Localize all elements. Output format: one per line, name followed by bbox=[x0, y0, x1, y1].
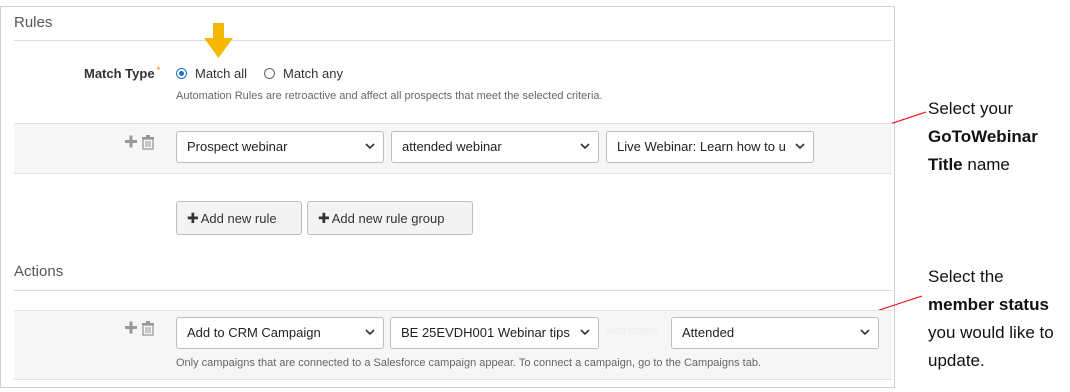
plus-icon: ✚ bbox=[318, 210, 330, 226]
add-new-rule-group-button[interactable]: ✚ Add new rule group bbox=[307, 201, 473, 235]
note-line: name bbox=[962, 155, 1010, 174]
chevron-down-icon bbox=[365, 143, 375, 150]
chevron-down-icon bbox=[365, 329, 375, 336]
plus-icon bbox=[125, 135, 137, 148]
down-arrow-icon bbox=[204, 23, 233, 58]
chevron-down-icon bbox=[580, 143, 590, 150]
action-type-value: Add to CRM Campaign bbox=[187, 325, 321, 340]
member-status-value: Attended bbox=[682, 325, 735, 340]
actions-section-title: Actions bbox=[14, 263, 64, 280]
rule-operator-value: attended webinar bbox=[402, 139, 502, 154]
note-line: Select your bbox=[928, 99, 1014, 118]
action-row-tools bbox=[125, 320, 157, 339]
plus-icon: ✚ bbox=[187, 210, 199, 226]
rule-field-select[interactable]: Prospect webinar bbox=[176, 131, 384, 163]
action-hint: Only campaigns that are connected to a S… bbox=[176, 357, 761, 369]
plus-icon bbox=[125, 321, 137, 334]
rule-field-value: Prospect webinar bbox=[187, 139, 288, 154]
match-type-label: Match Type * bbox=[84, 65, 161, 81]
note-bold: Title bbox=[928, 155, 963, 174]
note-line: you would like to bbox=[928, 323, 1054, 342]
match-all-label[interactable]: Match all bbox=[195, 66, 247, 81]
with-status-label: with status bbox=[606, 325, 658, 337]
action-tool-icons bbox=[125, 321, 154, 336]
chevron-down-icon bbox=[580, 329, 590, 336]
trash-icon bbox=[142, 135, 154, 150]
match-any-label[interactable]: Match any bbox=[283, 66, 343, 81]
note-bold: member status bbox=[928, 295, 1049, 314]
action-type-select[interactable]: Add to CRM Campaign bbox=[176, 317, 384, 349]
note-line: Select the bbox=[928, 267, 1004, 286]
add-new-rule-button[interactable]: ✚ Add new rule bbox=[176, 201, 302, 235]
match-type-hint: Automation Rules are retroactive and aff… bbox=[176, 90, 603, 102]
match-any-radio[interactable] bbox=[264, 68, 275, 79]
crm-campaign-value: BE 25EVDH001 Webinar tips bbox=[401, 325, 570, 340]
crm-campaign-select[interactable]: BE 25EVDH001 Webinar tips bbox=[390, 317, 599, 349]
note-bold: GoToWebinar bbox=[928, 127, 1038, 146]
chevron-down-icon bbox=[795, 143, 805, 150]
chevron-down-icon bbox=[860, 329, 870, 336]
divider bbox=[14, 290, 892, 291]
annotation-note-member-status: Select the member status you would like … bbox=[928, 263, 1054, 375]
annotation-note-webinar-title: Select your GoToWebinar Title name bbox=[928, 95, 1038, 179]
match-all-radio[interactable] bbox=[176, 68, 187, 79]
rule-row-tools bbox=[125, 134, 157, 153]
rule-tool-icons bbox=[125, 135, 154, 150]
webinar-title-value: Live Webinar: Learn how to u bbox=[617, 139, 786, 154]
note-line: update. bbox=[928, 351, 985, 370]
trash-icon bbox=[142, 321, 154, 336]
webinar-title-select[interactable]: Live Webinar: Learn how to u bbox=[606, 131, 814, 163]
member-status-select[interactable]: Attended bbox=[671, 317, 879, 349]
rule-operator-select[interactable]: attended webinar bbox=[391, 131, 599, 163]
